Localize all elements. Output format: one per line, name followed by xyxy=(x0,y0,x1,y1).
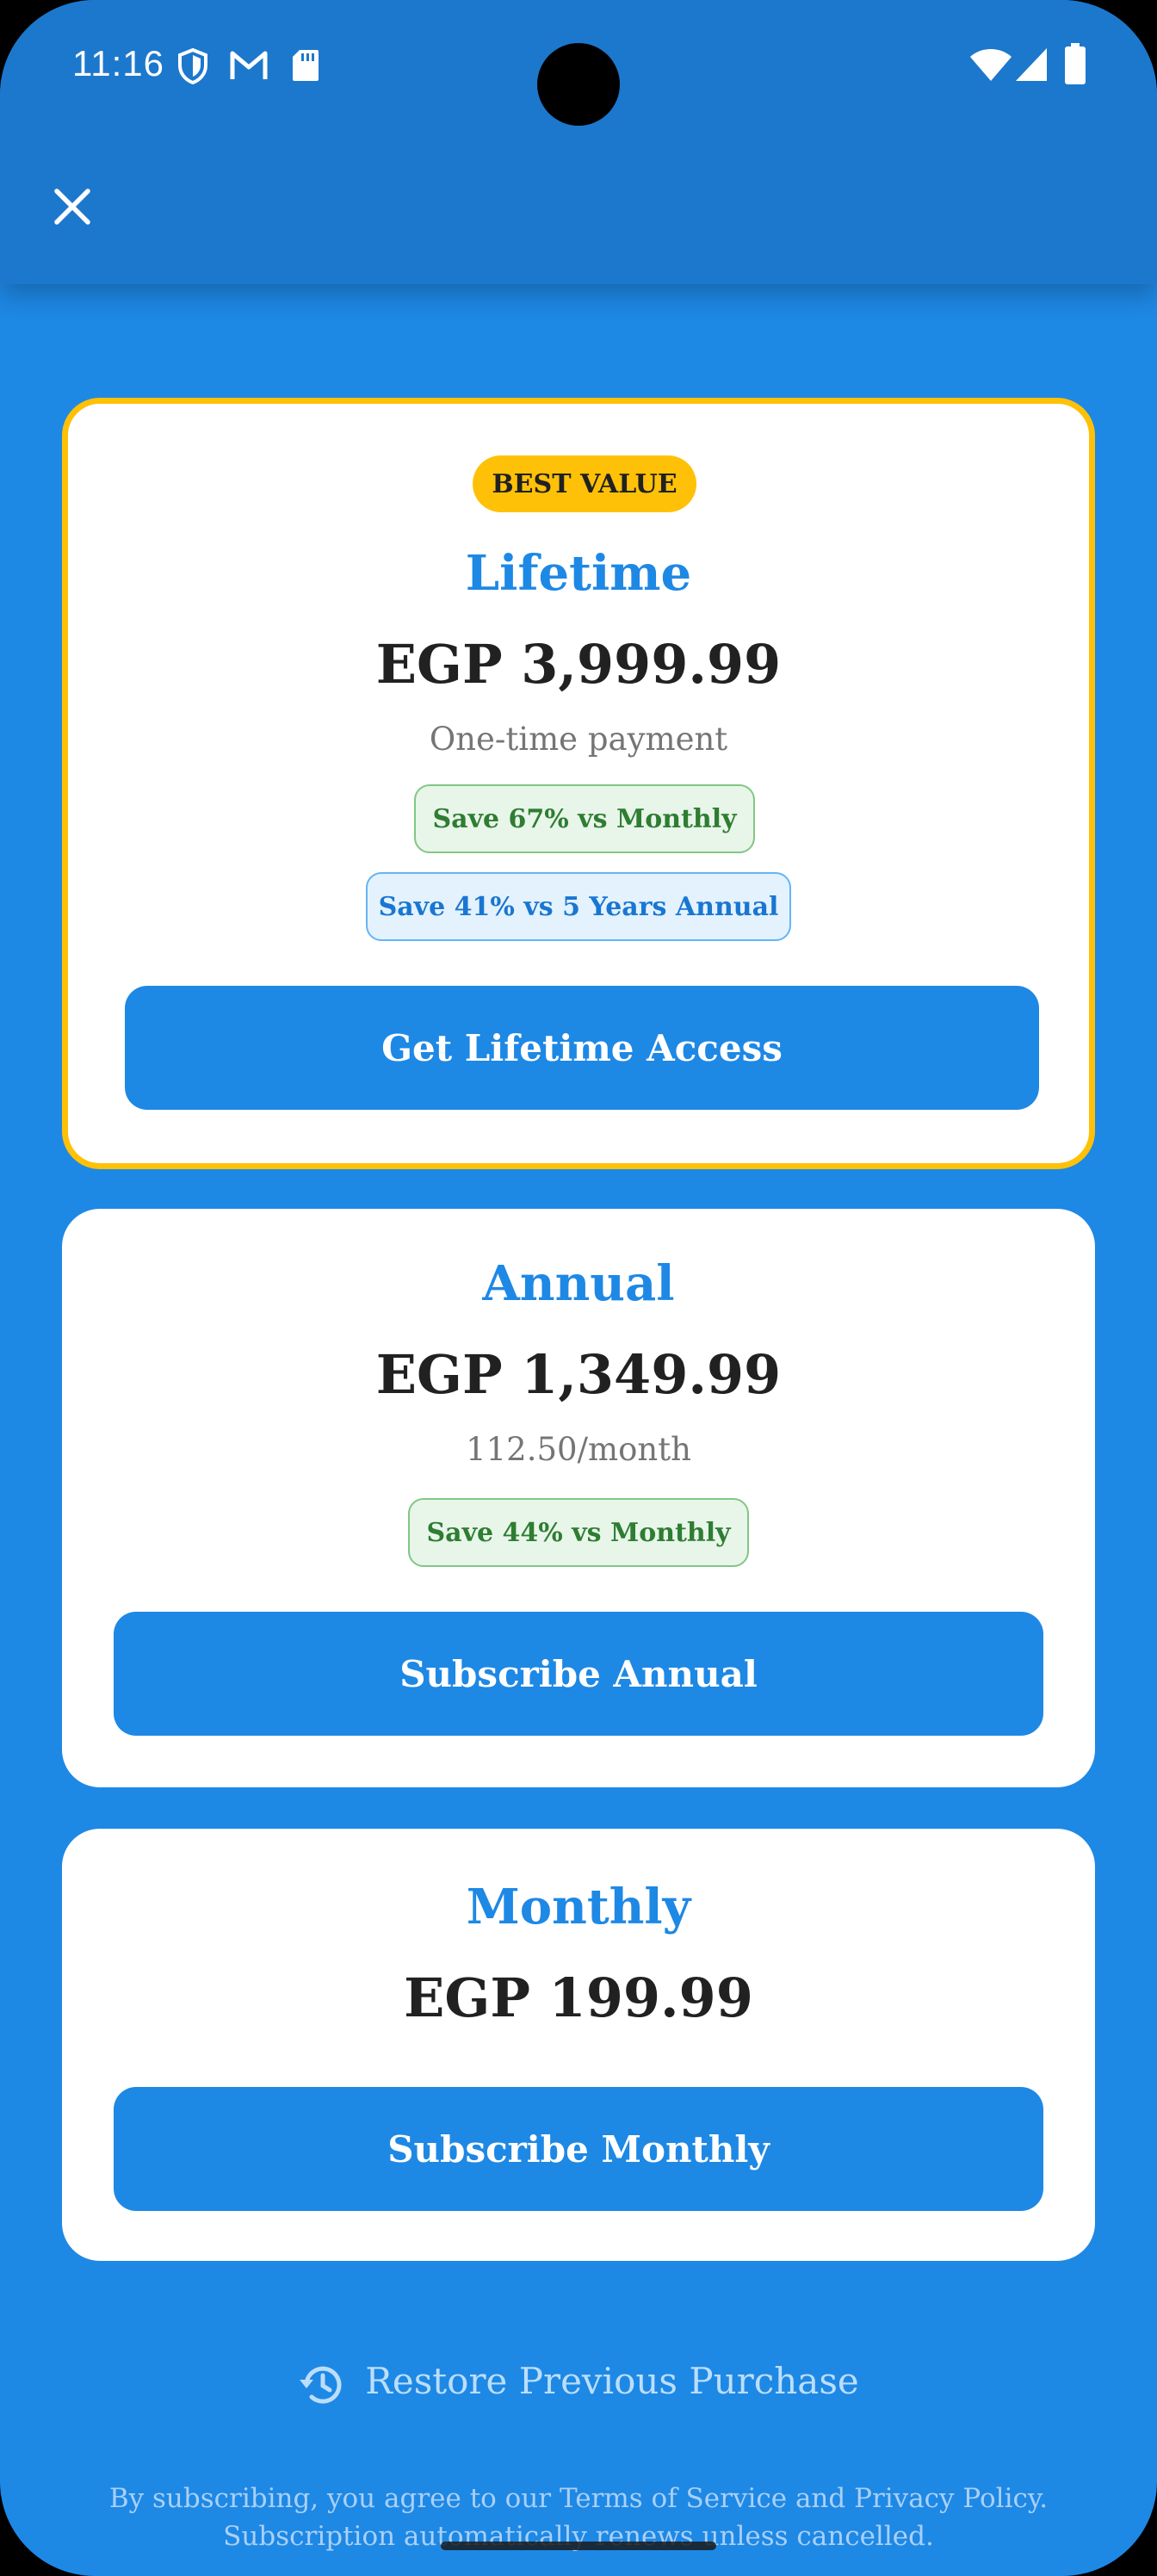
plan-price: EGP 1,349.99 xyxy=(375,1343,782,1406)
subscribe-monthly-button[interactable]: Subscribe Monthly xyxy=(114,2087,1043,2211)
plan-title: Annual xyxy=(482,1255,675,1312)
best-value-badge: BEST VALUE xyxy=(473,455,696,512)
shield-icon xyxy=(177,47,208,88)
signal-icon xyxy=(1014,46,1049,86)
app-bar: 11:16 xyxy=(0,0,1157,284)
plan-title: Monthly xyxy=(466,1879,691,1935)
status-time: 11:16 xyxy=(72,43,164,84)
restore-history-icon xyxy=(298,2361,346,2409)
gmail-icon xyxy=(229,48,269,86)
status-bar: 11:16 xyxy=(0,0,1157,138)
plan-subtitle: 112.50/month xyxy=(466,1431,691,1468)
get-lifetime-access-button[interactable]: Get Lifetime Access xyxy=(125,986,1039,1110)
savings-chip: Save 41% vs 5 Years Annual xyxy=(366,872,791,941)
savings-chip: Save 44% vs Monthly xyxy=(408,1498,749,1567)
plan-card-lifetime: BEST VALUE Lifetime EGP 3,999.99 One-tim… xyxy=(62,398,1095,1169)
restore-purchase-button[interactable]: Restore Previous Purchase xyxy=(0,2342,1157,2419)
battery-icon xyxy=(1064,43,1086,88)
plan-card-annual: Annual EGP 1,349.99 112.50/month Save 44… xyxy=(62,1209,1095,1787)
close-icon xyxy=(53,188,91,229)
sd-card-icon xyxy=(291,48,320,86)
plan-price: EGP 199.99 xyxy=(404,1966,753,2029)
home-indicator[interactable] xyxy=(441,2542,716,2550)
paywall-screen: 11:16 BEST VALUE Lifetime EGP 3,999.99 O… xyxy=(0,0,1157,2576)
plan-price: EGP 3,999.99 xyxy=(375,633,782,696)
close-button[interactable] xyxy=(43,179,102,238)
plan-title: Lifetime xyxy=(465,545,692,602)
legal-line: By subscribing, you agree to our Terms o… xyxy=(108,2483,1049,2514)
camera-cutout xyxy=(537,43,620,126)
plan-subtitle: One-time payment xyxy=(429,721,728,758)
restore-label: Restore Previous Purchase xyxy=(365,2359,859,2402)
wifi-icon xyxy=(969,46,1012,86)
plan-card-monthly: Monthly EGP 199.99 Subscribe Monthly xyxy=(62,1829,1095,2261)
subscribe-annual-button[interactable]: Subscribe Annual xyxy=(114,1612,1043,1736)
savings-chip: Save 67% vs Monthly xyxy=(414,784,755,853)
